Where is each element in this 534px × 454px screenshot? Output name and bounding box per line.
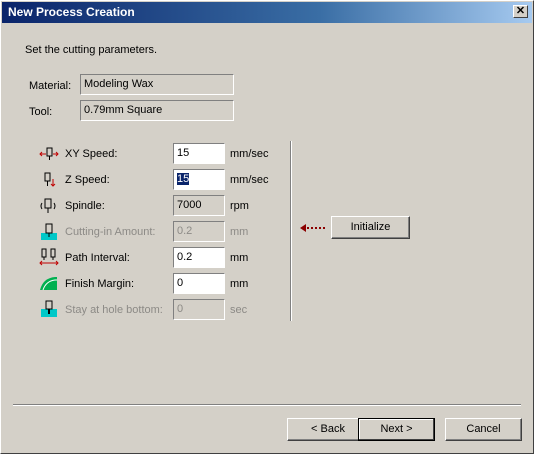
stay-bottom-value: 0 — [177, 303, 184, 315]
finish-margin-value: 0 — [177, 277, 184, 289]
next-button[interactable]: Next > — [358, 418, 435, 441]
spindle-unit: rpm — [230, 200, 249, 212]
cutting-in-value: 0.2 — [177, 225, 193, 237]
xy-speed-input[interactable]: 15 — [173, 143, 225, 164]
z-speed-input[interactable]: 15 — [173, 169, 225, 190]
finish-margin-label: Finish Margin: — [65, 278, 135, 290]
close-button[interactable]: ✕ — [513, 5, 528, 18]
path-interval-input[interactable]: 0.2 — [173, 247, 225, 268]
finish-margin-icon — [40, 277, 57, 291]
cutting-in-unit: mm — [230, 226, 249, 238]
spindle-label: Spindle: — [65, 200, 105, 212]
title-bar[interactable]: New Process Creation ✕ — [2, 2, 532, 23]
spindle-field: 7000 — [173, 195, 225, 216]
material-label: Material: — [29, 80, 72, 92]
tool-field: 0.79mm Square — [80, 100, 234, 121]
path-interval-value: 0.2 — [177, 251, 193, 263]
close-icon: ✕ — [515, 5, 526, 17]
vertical-separator — [290, 141, 292, 321]
xy-speed-value: 15 — [177, 147, 190, 159]
cutting-in-input: 0.2 — [173, 221, 225, 242]
spindle-value: 7000 — [177, 199, 202, 211]
path-interval-icon — [39, 248, 59, 266]
bottom-separator — [13, 404, 521, 406]
spindle-icon — [40, 198, 56, 213]
z-speed-label: Z Speed: — [65, 174, 110, 186]
finish-margin-unit: mm — [230, 278, 249, 290]
z-speed-value: 15 — [177, 173, 190, 185]
stay-bottom-icon — [41, 300, 57, 317]
next-label: Next > — [380, 423, 413, 435]
cancel-button[interactable]: Cancel — [445, 418, 522, 441]
stay-bottom-label: Stay at hole bottom: — [65, 304, 163, 316]
back-button[interactable]: < Back — [287, 418, 369, 441]
initialize-label: Initialize — [350, 221, 391, 233]
finish-margin-input[interactable]: 0 — [173, 273, 225, 294]
stay-bottom-unit: sec — [230, 304, 248, 316]
dialog-window: New Process Creation ✕ Set the cutting p… — [0, 0, 534, 454]
stay-bottom-input: 0 — [173, 299, 225, 320]
cutting-in-label: Cutting-in Amount: — [65, 226, 156, 238]
back-label: < Back — [311, 423, 345, 435]
initialize-button[interactable]: Initialize — [331, 216, 410, 239]
path-interval-label: Path Interval: — [65, 252, 130, 264]
cancel-label: Cancel — [466, 423, 501, 435]
material-value: Modeling Wax — [84, 78, 154, 90]
xy-speed-icon — [39, 147, 59, 160]
tool-value: 0.79mm Square — [84, 104, 163, 116]
xy-speed-unit: mm/sec — [230, 148, 269, 160]
xy-speed-label: XY Speed: — [65, 148, 118, 160]
tool-label: Tool: — [29, 106, 53, 118]
z-speed-unit: mm/sec — [230, 174, 269, 186]
intro-text: Set the cutting parameters. — [25, 44, 158, 56]
z-speed-icon — [44, 172, 56, 187]
path-interval-unit: mm — [230, 252, 249, 264]
left-dotted-arrow-icon — [300, 224, 327, 232]
material-field: Modeling Wax — [80, 74, 234, 95]
window-title: New Process Creation — [8, 5, 135, 19]
cutting-in-icon — [41, 223, 57, 240]
